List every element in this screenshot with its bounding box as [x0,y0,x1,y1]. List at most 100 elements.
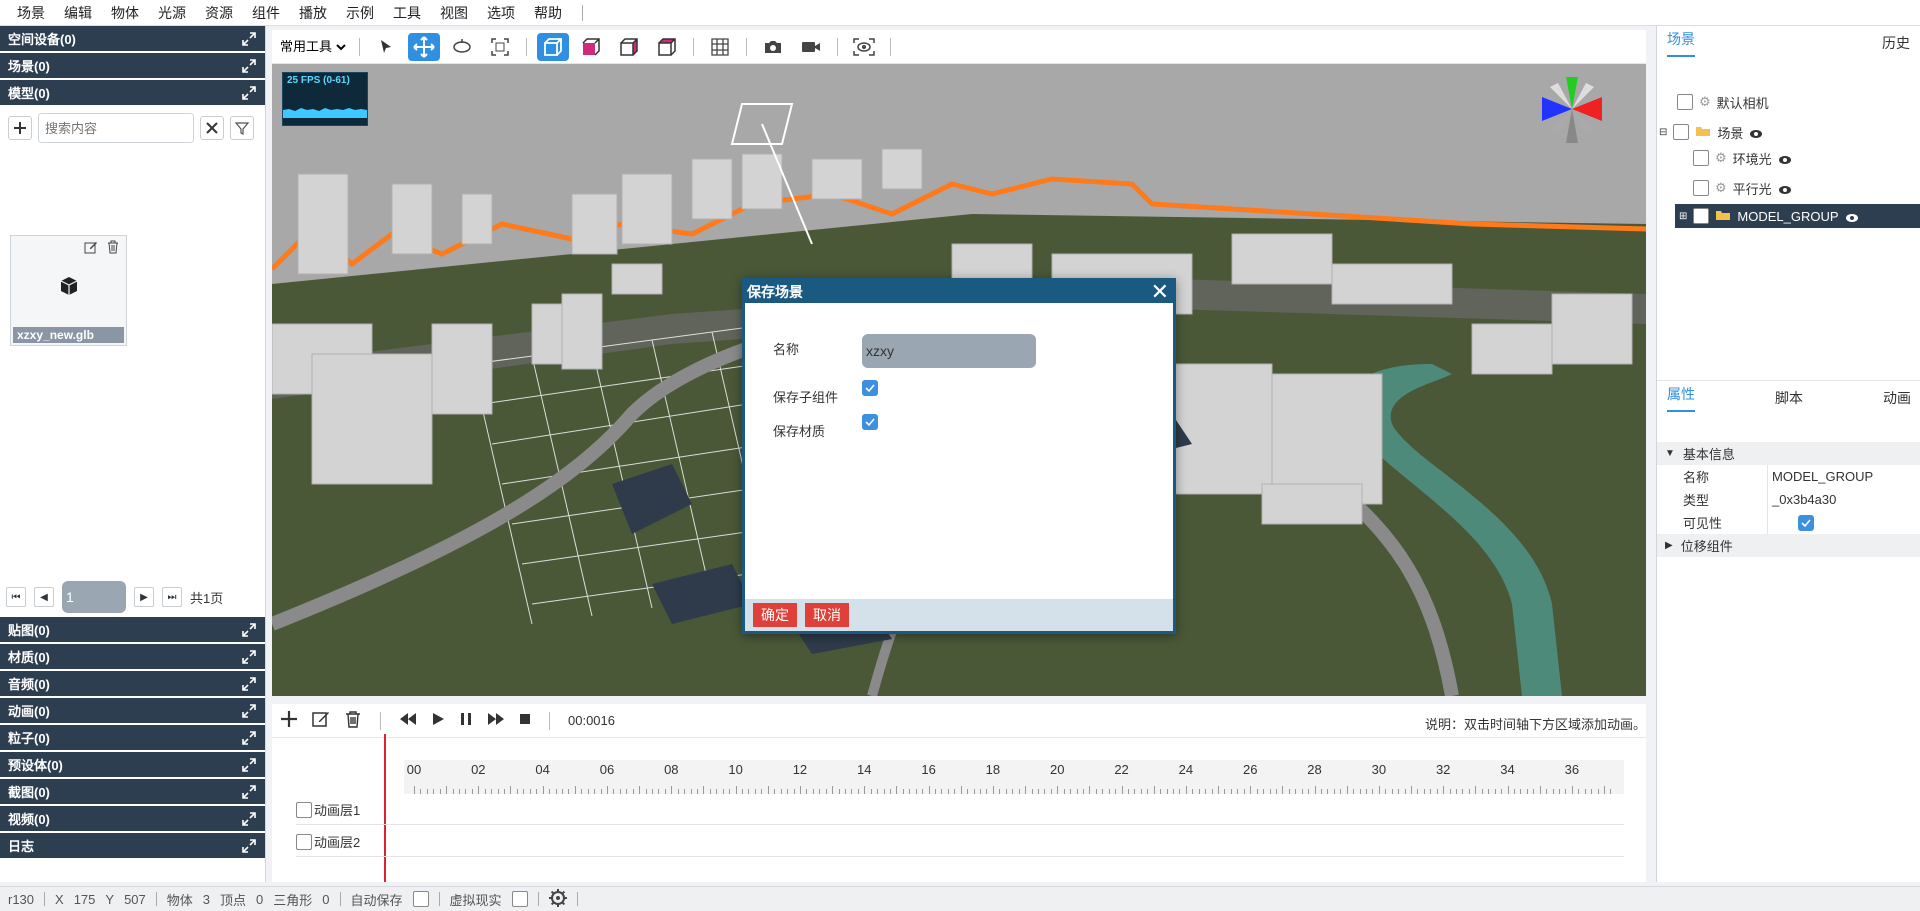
menu-options[interactable]: 选项 [484,3,531,23]
search-input[interactable] [38,113,194,143]
section-screenshots[interactable]: 截图(0) [0,779,265,806]
eye-icon[interactable] [1778,153,1792,164]
node-checkbox[interactable] [1673,124,1690,140]
eye-icon[interactable] [1749,127,1763,138]
expand-icon[interactable] [241,676,257,692]
edit-icon[interactable] [84,240,98,257]
tool-mode-select[interactable]: 常用工具 [276,35,349,58]
expand-icon[interactable] [241,31,257,47]
page-input[interactable] [62,581,126,613]
stop-icon[interactable] [519,713,531,728]
layer-checkbox[interactable] [296,833,312,850]
grid-icon[interactable] [704,33,736,61]
tab-script[interactable]: 脚本 [1775,388,1803,408]
cube-wireframe-icon[interactable] [537,32,569,61]
node-checkbox[interactable] [1677,94,1693,110]
scene-name-input[interactable] [862,334,1036,368]
last-page-button[interactable]: ⏭ [162,587,182,607]
menu-view[interactable]: 视图 [437,3,484,23]
section-audio[interactable]: 音频(0) [0,671,265,698]
clear-button[interactable] [200,116,224,140]
cube-top-icon[interactable] [651,33,683,61]
expand-icon[interactable] [241,649,257,665]
edit-icon[interactable] [312,710,330,731]
save-children-checkbox[interactable] [862,380,878,396]
first-page-button[interactable]: ⏮ [6,587,26,607]
trash-icon[interactable] [344,710,362,731]
eye-icon[interactable] [1778,183,1792,194]
time-ruler[interactable]: 00 02 04 06 08 10 12 14 16 18 20 22 24 26 28 30 32 34 36 [404,760,1624,794]
expand-icon[interactable]: ⊞ [1679,211,1687,222]
settings-gear-icon[interactable] [548,888,567,910]
collapse-icon[interactable]: ⊟ [1659,127,1667,138]
add-icon[interactable] [280,710,298,731]
expand-icon[interactable] [241,838,257,854]
menu-scene[interactable]: 场景 [14,3,61,23]
section-devices[interactable]: 空间设备(0) [0,26,265,53]
section-prefabs[interactable]: 预设体(0) [0,752,265,779]
scale-tool-button[interactable] [484,33,516,61]
menu-play[interactable]: 播放 [296,3,343,23]
filter-button[interactable] [230,116,254,140]
video-camera-icon[interactable] [795,33,827,61]
node-checkbox[interactable] [1693,150,1709,166]
prop-name-value[interactable]: MODEL_GROUP [1767,465,1920,488]
section-videos[interactable]: 视频(0) [0,806,265,833]
close-icon[interactable]: ✕ [1151,281,1169,303]
tab-scene[interactable]: 场景 [1667,29,1695,57]
expand-icon[interactable] [241,703,257,719]
expand-icon[interactable] [241,58,257,74]
asset-card[interactable]: xzxy_new.glb [10,235,127,346]
expand-icon[interactable] [241,811,257,827]
menu-edit[interactable]: 编辑 [61,3,108,23]
menu-help[interactable]: 帮助 [531,3,578,23]
autosave-checkbox[interactable] [412,891,429,907]
section-basic-info[interactable]: ▼ 基本信息 [1657,442,1920,465]
tree-node-model-group[interactable]: ⊞ MODEL_GROUP [1675,204,1920,228]
vr-checkbox[interactable] [511,891,528,907]
tab-properties[interactable]: 属性 [1667,384,1695,412]
add-button[interactable] [8,116,32,140]
cancel-button[interactable]: 取消 [805,603,849,627]
expand-icon[interactable] [241,784,257,800]
menu-light[interactable]: 光源 [155,3,202,23]
section-log[interactable]: 日志 [0,833,265,860]
next-page-button[interactable]: ▶ [134,587,154,607]
tab-animation[interactable]: 动画 [1883,388,1911,408]
menu-component[interactable]: 组件 [249,3,296,23]
tree-node-scene[interactable]: ⊟ 场景 [1659,120,1763,144]
menu-resource[interactable]: 资源 [202,3,249,23]
section-transform[interactable]: ▶ 位移组件 [1657,534,1920,557]
tree-node-directional[interactable]: ⚙ 平行光 [1693,176,1792,200]
section-models[interactable]: 模型(0) [0,80,265,107]
section-materials[interactable]: 材质(0) [0,644,265,671]
menu-examples[interactable]: 示例 [343,3,390,23]
menu-object[interactable]: 物体 [108,3,155,23]
playhead[interactable] [384,734,386,882]
layer-checkbox[interactable] [296,801,312,818]
section-textures[interactable]: 贴图(0) [0,617,265,644]
node-checkbox[interactable] [1693,208,1710,224]
select-tool-button[interactable] [370,33,402,61]
cube-side-icon[interactable] [613,33,645,61]
section-particles[interactable]: 粒子(0) [0,725,265,752]
tab-history[interactable]: 历史 [1882,33,1910,53]
tree-node-camera[interactable]: ⚙ 默认相机 [1677,90,1769,114]
expand-icon[interactable] [241,757,257,773]
prev-page-button[interactable]: ◀ [34,587,54,607]
expand-icon[interactable] [241,622,257,638]
move-tool-button[interactable] [408,32,440,61]
expand-icon[interactable] [241,730,257,746]
fast-forward-icon[interactable] [487,712,505,729]
rotate-tool-button[interactable] [446,33,478,61]
visible-checkbox[interactable] [1798,514,1814,531]
tree-node-ambient[interactable]: ⚙ 环境光 [1693,146,1792,170]
rewind-icon[interactable] [399,712,417,729]
menu-tools[interactable]: 工具 [390,3,437,23]
node-checkbox[interactable] [1693,180,1709,196]
confirm-button[interactable]: 确定 [753,603,797,627]
section-scenes[interactable]: 场景(0) [0,53,265,80]
section-animations[interactable]: 动画(0) [0,698,265,725]
cube-front-icon[interactable] [575,33,607,61]
delete-icon[interactable] [106,240,120,257]
